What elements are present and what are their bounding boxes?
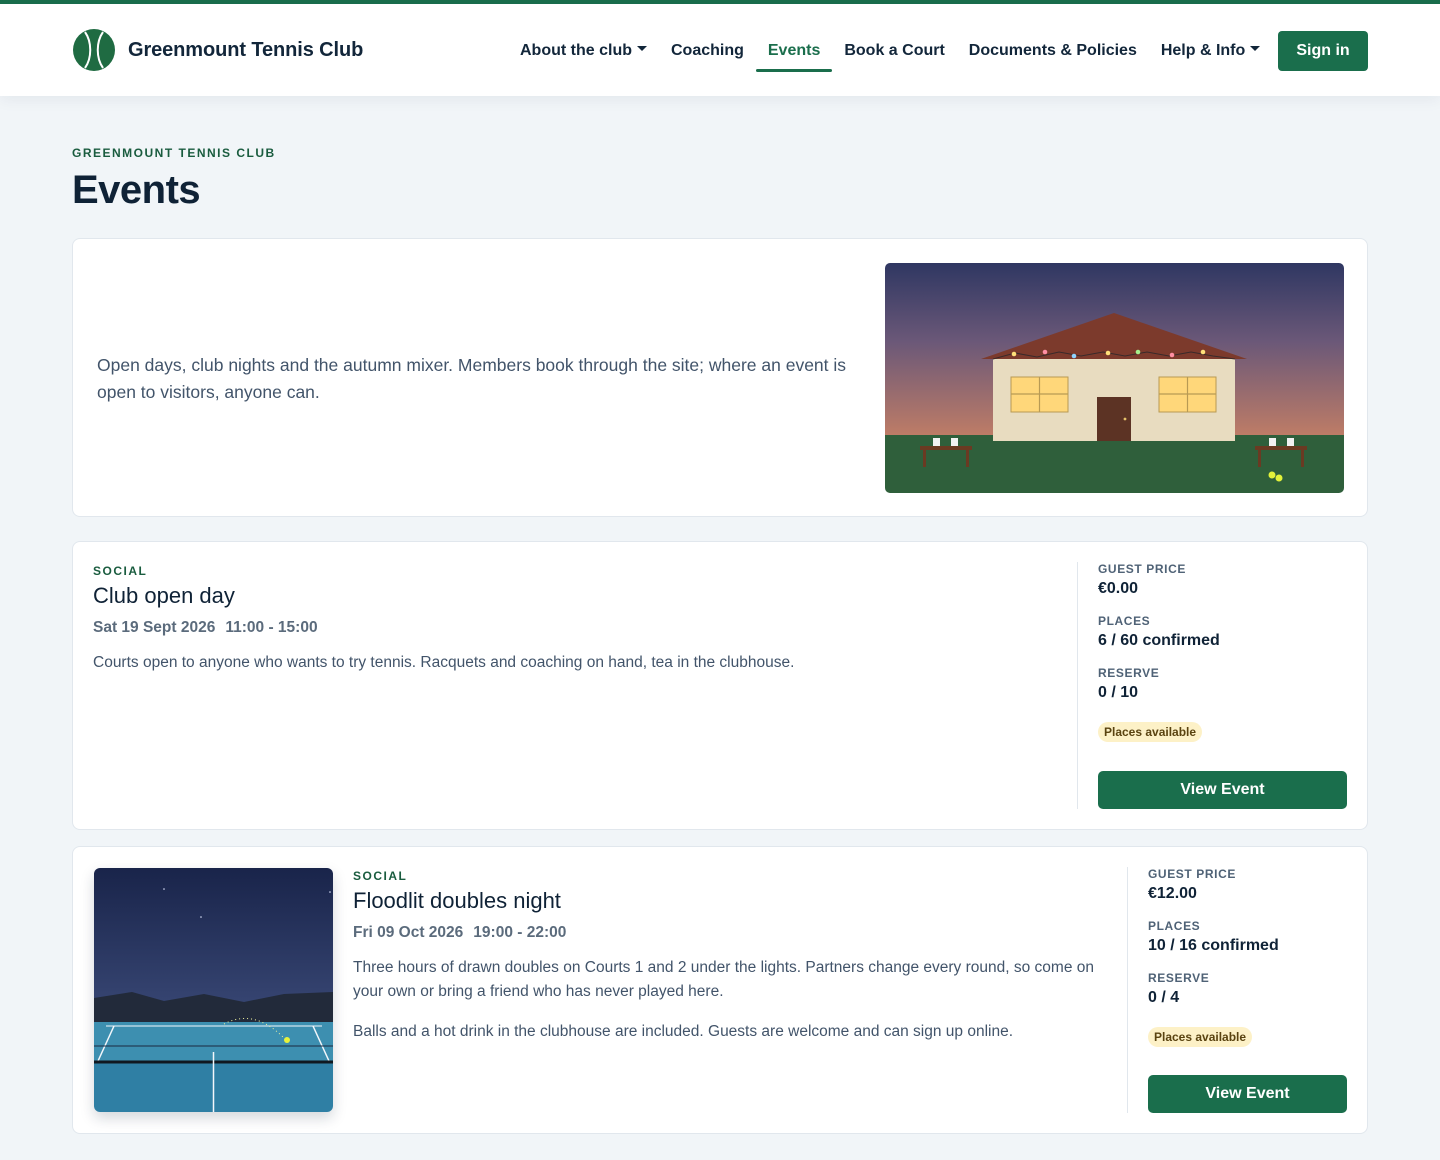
reserve-value: 0 / 10 [1098,684,1139,701]
reserve-stat: RESERVE 0 / 10 [1098,666,1347,702]
event-title: Club open day [93,583,235,608]
caret-down-icon [1250,45,1261,51]
event-card: SOCIAL Club open day Sat 19 Sept 2026 11:… [72,541,1368,830]
event-title: Floodlit doubles night [353,888,561,913]
event-description-paragraph: Courts open to anyone who wants to try t… [93,654,795,671]
nav-item-documents[interactable]: Documents & Policies [957,30,1149,72]
view-event-button[interactable]: View Event [1148,1075,1347,1113]
nav-item-coaching[interactable]: Coaching [659,30,756,72]
site-header: Greenmount Tennis Club About the club Co… [0,4,1440,96]
status-badge: Places available [1098,722,1203,742]
event-details: SOCIAL Floodlit doubles night Fri 09 Oct… [353,869,1103,1044]
floodlit-court-illustration [94,868,333,1112]
event-time: 11:00 - 15:00 [225,619,318,636]
event-description-paragraph: Three hours of drawn doubles on Courts 1… [353,959,1094,1000]
event-category: SOCIAL [93,564,148,578]
event-date: Fri 09 Oct 2026 [353,924,464,941]
sign-in-button[interactable]: Sign in [1278,31,1368,71]
nav-label: Help & Info [1160,42,1246,59]
event-time: 19:00 - 22:00 [473,924,567,941]
nav-label: Documents & Policies [968,42,1137,59]
event-datetime: Fri 09 Oct 2026 19:00 - 22:00 [353,924,1103,942]
page-eyebrow: GREENMOUNT TENNIS CLUB [72,146,276,160]
brand-home-link[interactable]: Greenmount Tennis Club [72,28,363,72]
places-label: PLACES [1098,614,1151,628]
nav-label: Coaching [670,42,744,59]
reserve-stat: RESERVE 0 / 4 [1148,971,1347,1007]
places-stat: PLACES 10 / 16 confirmed [1148,919,1347,955]
guest-price-value: €0.00 [1098,580,1139,597]
reserve-label: RESERVE [1098,666,1160,680]
nav-item-about[interactable]: About the club [508,30,659,72]
event-booking-panel: GUEST PRICE €12.00 PLACES 10 / 16 confir… [1127,867,1347,1113]
tennis-ball-icon [73,29,115,71]
event-description: Courts open to anyone who wants to try t… [93,651,1053,675]
guest-price-stat: GUEST PRICE €12.00 [1148,867,1347,903]
event-card: SOCIAL Floodlit doubles night Fri 09 Oct… [72,846,1368,1134]
intro-card: Open days, club nights and the autumn mi… [72,238,1368,517]
status-badge: Places available [1148,1027,1253,1047]
main-nav: About the club Coaching Events Book a Co… [508,30,1272,72]
guest-price-value: €12.00 [1148,885,1197,902]
nav-label: Book a Court [844,42,945,59]
brand-name: Greenmount Tennis Club [128,38,364,61]
reserve-value: 0 / 4 [1148,989,1180,1006]
event-description-paragraph: Balls and a hot drink in the clubhouse a… [353,1023,1014,1040]
places-label: PLACES [1148,919,1201,933]
event-description: Three hours of drawn doubles on Courts 1… [353,956,1103,1044]
nav-label: Events [767,42,821,59]
nav-item-events[interactable]: Events [755,30,833,72]
clubhouse-illustration [885,263,1344,493]
guest-price-stat: GUEST PRICE €0.00 [1098,562,1347,598]
places-stat: PLACES 6 / 60 confirmed [1098,614,1347,650]
nav-label: About the club [520,42,632,59]
page-title: Events [72,168,201,212]
nav-item-help[interactable]: Help & Info [1149,30,1272,72]
caret-down-icon [636,45,647,51]
event-details: SOCIAL Club open day Sat 19 Sept 2026 11:… [93,564,1053,675]
reserve-label: RESERVE [1148,971,1210,985]
places-value: 10 / 16 confirmed [1148,937,1279,954]
event-category: SOCIAL [353,869,408,883]
event-date: Sat 19 Sept 2026 [93,619,216,636]
view-event-button[interactable]: View Event [1098,771,1347,809]
nav-item-book-court[interactable]: Book a Court [832,30,956,72]
guest-price-label: GUEST PRICE [1098,562,1186,576]
guest-price-label: GUEST PRICE [1148,867,1236,881]
places-value: 6 / 60 confirmed [1098,632,1220,649]
event-datetime: Sat 19 Sept 2026 11:00 - 15:00 [93,619,1053,637]
intro-text: Open days, club nights and the autumn mi… [97,355,847,402]
event-booking-panel: GUEST PRICE €0.00 PLACES 6 / 60 confirme… [1077,562,1347,809]
